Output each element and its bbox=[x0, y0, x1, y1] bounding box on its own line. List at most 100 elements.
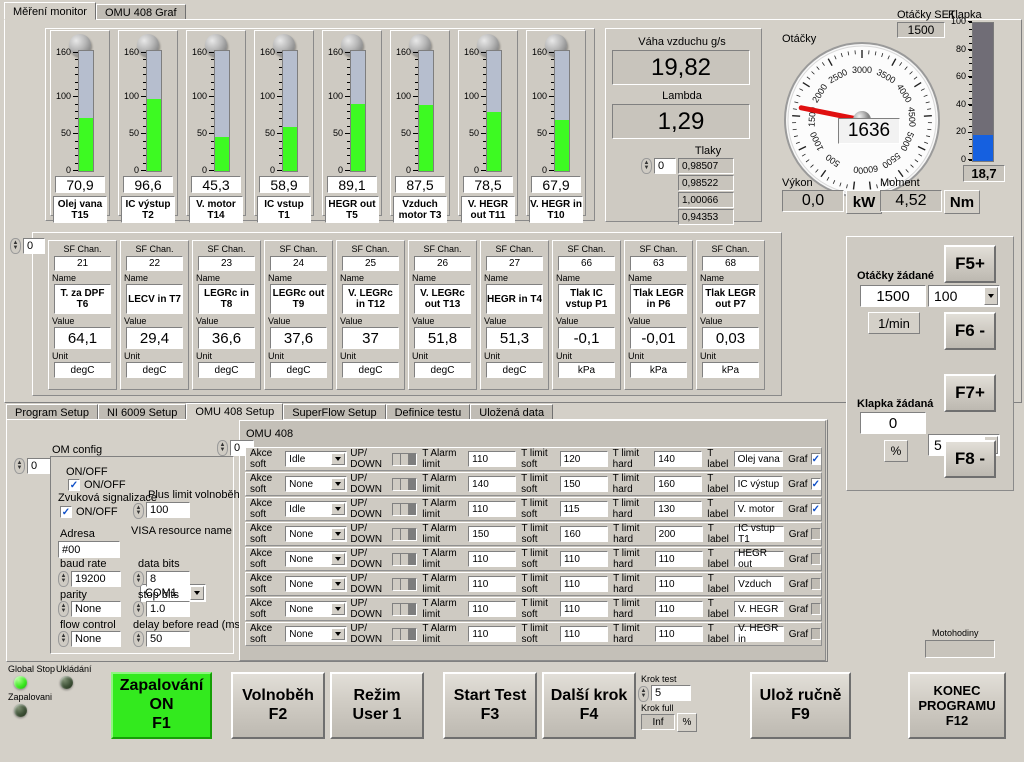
omu-action-combo[interactable]: None bbox=[285, 526, 348, 542]
omu-alarm-value[interactable]: 110 bbox=[468, 626, 517, 642]
omu-soft-value[interactable]: 110 bbox=[559, 626, 609, 642]
next-step-f4-button[interactable]: Další krok F4 bbox=[542, 672, 636, 739]
pressures-index-spinner[interactable]: ▲ ▼ bbox=[641, 158, 652, 174]
krok-test-spinner[interactable]: ▲ ▼ bbox=[638, 686, 649, 702]
mode-user1-button[interactable]: Režim User 1 bbox=[330, 672, 424, 739]
om-plus-limit-value[interactable]: 100 bbox=[146, 502, 190, 518]
start-test-f3-button[interactable]: Start Test F3 bbox=[443, 672, 537, 739]
om-databits-value[interactable]: 8 bbox=[146, 571, 190, 587]
om-stopbits-value[interactable]: 1.0 bbox=[146, 601, 190, 617]
rpm-unit-button[interactable]: 1/min bbox=[868, 312, 920, 334]
sf-unit-value[interactable]: kPa bbox=[558, 362, 615, 378]
krok-full-unit[interactable]: % bbox=[677, 713, 697, 732]
om-plus-limit-spinner[interactable]: ▲ ▼ bbox=[133, 503, 144, 519]
omu-action-combo[interactable]: None bbox=[285, 601, 348, 617]
om-delay-spinner[interactable]: ▲ ▼ bbox=[133, 631, 144, 647]
omu-graf-checkbox[interactable] bbox=[811, 528, 822, 540]
power-unit[interactable]: kW bbox=[846, 190, 882, 214]
om-flow-spinner[interactable]: ▲ ▼ bbox=[58, 631, 69, 647]
sf-chan-number[interactable]: 27 bbox=[486, 256, 543, 271]
omu-action-dropdown-arrow[interactable] bbox=[331, 528, 346, 540]
om-delay-value[interactable]: 50 bbox=[146, 631, 190, 647]
omu-tlabel-value[interactable]: V. motor bbox=[733, 501, 784, 517]
sf-unit-value[interactable]: kPa bbox=[702, 362, 759, 378]
om-parity-spinner[interactable]: ▲ ▼ bbox=[58, 601, 69, 617]
omu-updown-switch[interactable] bbox=[392, 527, 418, 541]
omu-updown-switch[interactable] bbox=[392, 577, 418, 591]
omu-graf-checkbox[interactable]: ✓ bbox=[810, 453, 821, 465]
tab-omu-408-graf[interactable]: OMU 408 Graf bbox=[95, 4, 186, 20]
omu-graf-checkbox[interactable] bbox=[811, 603, 822, 615]
rpm-setpoint-value[interactable]: 1500 bbox=[860, 285, 926, 307]
tab-mereni-monitor[interactable]: Měření monitor bbox=[4, 2, 96, 20]
rpm-step-combo[interactable]: 100 bbox=[928, 285, 1000, 307]
omu-soft-value[interactable]: 110 bbox=[559, 576, 609, 592]
om-parity-value[interactable]: None bbox=[71, 601, 121, 617]
omu-alarm-value[interactable]: 110 bbox=[468, 451, 517, 467]
omu-action-combo[interactable]: None bbox=[285, 476, 348, 492]
omu-action-combo[interactable]: Idle bbox=[285, 501, 348, 517]
sf-unit-value[interactable]: degC bbox=[198, 362, 255, 378]
omu-tlabel-value[interactable]: V. HEGR in bbox=[734, 623, 784, 645]
omu-tlabel-value[interactable]: Vzduch bbox=[734, 576, 784, 592]
omu-graf-checkbox[interactable] bbox=[811, 553, 822, 565]
omu-action-dropdown-arrow[interactable] bbox=[331, 578, 346, 590]
omu-alarm-value[interactable]: 110 bbox=[468, 601, 517, 617]
sf-name-value[interactable]: LECV in T7 bbox=[126, 284, 183, 314]
sf-name-value[interactable]: Tlak LEGR out P7 bbox=[702, 284, 759, 314]
sf-chan-number[interactable]: 26 bbox=[414, 256, 471, 271]
sf-chan-number[interactable]: 22 bbox=[126, 256, 183, 271]
omu-hard-value[interactable]: 200 bbox=[654, 526, 703, 542]
omu-graf-checkbox[interactable]: ✓ bbox=[810, 478, 821, 490]
throttle-unit-button[interactable]: % bbox=[884, 440, 908, 462]
omu-action-dropdown-arrow[interactable] bbox=[331, 453, 346, 465]
omu-action-combo[interactable]: None bbox=[285, 626, 348, 642]
om-sound-checkbox[interactable]: ✓ bbox=[60, 506, 72, 518]
omu-hard-value[interactable]: 140 bbox=[654, 451, 703, 467]
omu-updown-switch[interactable] bbox=[392, 602, 418, 616]
om-baud-value[interactable]: 19200 bbox=[71, 571, 121, 587]
rpm-down-button[interactable]: F6 - bbox=[944, 312, 996, 350]
omu-tlabel-value[interactable]: Olej vana bbox=[733, 451, 784, 467]
omu-action-dropdown-arrow[interactable] bbox=[331, 478, 346, 490]
omu-alarm-value[interactable]: 140 bbox=[468, 476, 517, 492]
krok-test-value[interactable]: 5 bbox=[651, 685, 691, 701]
omu-tlabel-value[interactable]: HEGR out bbox=[734, 548, 784, 570]
torque-unit[interactable]: Nm bbox=[944, 190, 980, 214]
pressures-index-value[interactable]: 0 bbox=[654, 158, 676, 174]
omu-soft-value[interactable]: 110 bbox=[559, 601, 609, 617]
sf-unit-value[interactable]: degC bbox=[342, 362, 399, 378]
sf-chan-number[interactable]: 63 bbox=[630, 256, 687, 271]
sf-unit-value[interactable]: kPa bbox=[630, 362, 687, 378]
sf-name-value[interactable]: T. za DPF T6 bbox=[54, 284, 111, 314]
omu-updown-switch[interactable] bbox=[392, 552, 418, 566]
throttle-down-button[interactable]: F8 - bbox=[944, 440, 996, 478]
sf-unit-value[interactable]: degC bbox=[270, 362, 327, 378]
omu-soft-value[interactable]: 150 bbox=[559, 476, 608, 492]
omu-action-dropdown-arrow[interactable] bbox=[331, 553, 346, 565]
om-baud-spinner[interactable]: ▲ ▼ bbox=[58, 571, 69, 587]
omu-action-dropdown-arrow[interactable] bbox=[331, 628, 346, 640]
om-outer-index-spinner[interactable]: ▲ ▼ bbox=[14, 458, 25, 474]
sf-unit-value[interactable]: degC bbox=[126, 362, 183, 378]
sf-chan-number[interactable]: 23 bbox=[198, 256, 255, 271]
omu-tlabel-value[interactable]: IC výstup bbox=[733, 476, 784, 492]
omu-action-dropdown-arrow[interactable] bbox=[331, 603, 346, 615]
om-stopbits-spinner[interactable]: ▲ ▼ bbox=[133, 601, 144, 617]
sf-chan-number[interactable]: 24 bbox=[270, 256, 327, 271]
rpm-up-button[interactable]: F5+ bbox=[944, 245, 996, 283]
top-tab-strip[interactable]: Měření monitor OMU 408 Graf bbox=[4, 2, 1020, 20]
setup-tab-3[interactable]: OMU 408 Setup bbox=[186, 403, 284, 420]
setup-tab-1[interactable]: Program Setup bbox=[6, 404, 98, 420]
sf-name-value[interactable]: HEGR in T4 bbox=[486, 284, 543, 314]
setup-tab-6[interactable]: Uložená data bbox=[470, 404, 554, 420]
om-onoff-checkbox[interactable]: ✓ bbox=[68, 479, 80, 491]
rpm-step-dropdown-arrow[interactable] bbox=[984, 287, 998, 305]
end-program-f12-button[interactable]: KONEC PROGRAMU F12 bbox=[908, 672, 1006, 739]
omu-updown-switch[interactable] bbox=[392, 502, 418, 516]
omu-action-combo[interactable]: None bbox=[285, 551, 348, 567]
sf-unit-value[interactable]: degC bbox=[486, 362, 543, 378]
sf-chan-number[interactable]: 21 bbox=[54, 256, 111, 271]
omu-hard-value[interactable]: 110 bbox=[654, 576, 703, 592]
throttle-setpoint-value[interactable]: 0 bbox=[860, 412, 926, 434]
